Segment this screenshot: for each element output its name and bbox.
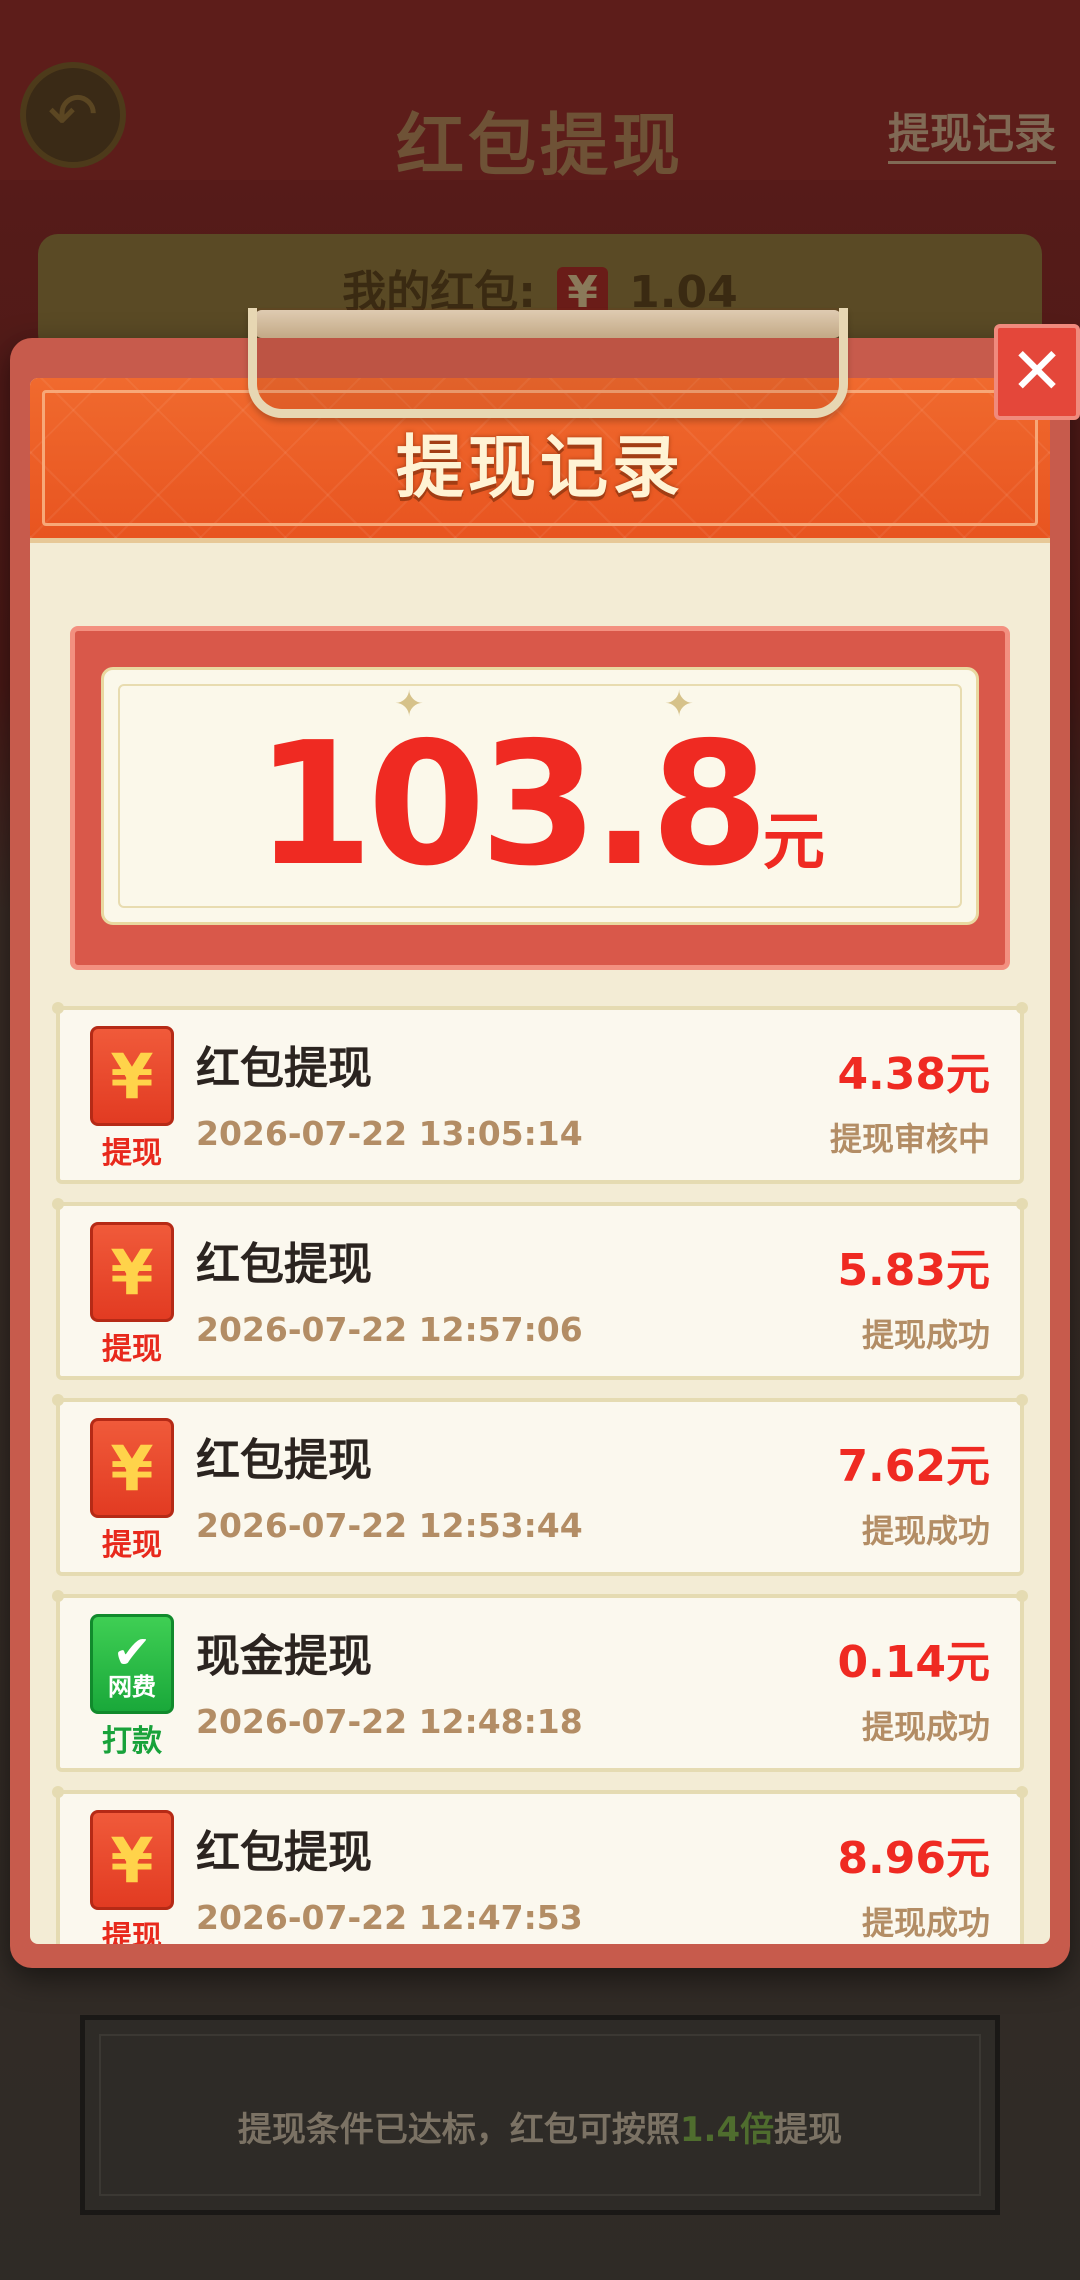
modal-title: 提现记录: [395, 429, 684, 508]
record-amount: 0.14元: [837, 1637, 990, 1688]
withdraw-notice-box: 提现条件已达标，红包可按照1.4倍提现: [80, 2015, 1000, 2215]
record-time: 2026-07-22 12:47:53: [196, 1898, 583, 1937]
withdraw-notice: 提现条件已达标，红包可按照1.4倍提现: [237, 2110, 843, 2150]
record-time: 2026-07-22 12:48:18: [196, 1702, 583, 1741]
record-badge: ¥ 提现: [90, 1810, 174, 1944]
list-item: ✔ 网费 打款 现金提现 2026-07-22 12:48:18 0.14元 提…: [52, 1590, 1028, 1772]
record-badge: ¥ 提现: [90, 1418, 174, 1563]
record-amount: 5.83元: [837, 1245, 990, 1296]
record-title: 红包提现: [196, 1043, 372, 1094]
total-amount: 103.8元: [104, 720, 976, 890]
record-amount: 7.62元: [837, 1441, 990, 1492]
record-status: 提现成功: [861, 1708, 990, 1746]
list-item: ¥ 提现 红包提现 2026-07-22 12:53:44 7.62元 提现成功: [52, 1394, 1028, 1576]
record-amount: 8.96元: [837, 1833, 990, 1884]
badge-label: 打款: [102, 1724, 162, 1759]
record-status: 提现审核中: [829, 1120, 990, 1158]
yen-icon: ¥: [110, 1431, 154, 1505]
badge-label: 提现: [102, 1920, 162, 1944]
record-amount: 4.38元: [837, 1049, 990, 1100]
record-title: 红包提现: [196, 1827, 372, 1878]
yen-icon: ¥: [110, 1823, 154, 1897]
badge-label: 提现: [102, 1528, 162, 1563]
withdraw-record-link[interactable]: 提现记录: [887, 100, 1056, 164]
record-badge: ¥ 提现: [90, 1222, 174, 1367]
total-amount-value: 103.8: [255, 706, 769, 904]
list-item: ¥ 提现 红包提现 2026-07-22 12:47:53 8.96元 提现成功: [52, 1786, 1028, 1944]
close-button[interactable]: ✕: [994, 324, 1080, 420]
total-amount-unit: 元: [762, 805, 825, 878]
record-time: 2026-07-22 12:53:44: [196, 1506, 583, 1545]
record-badge: ¥ 提现: [90, 1026, 174, 1171]
close-icon: ✕: [1010, 335, 1064, 409]
yen-icon: ¥: [110, 1235, 154, 1309]
record-badge: ✔ 网费 打款: [90, 1614, 174, 1759]
record-time: 2026-07-22 12:57:06: [196, 1310, 583, 1349]
modal-body: 提现记录 ✦ ✦ 103.8元 ¥ 提现 红包提现 2026-07-22 13:…: [30, 378, 1050, 1944]
withdraw-record-modal: 提现记录 ✦ ✦ 103.8元 ¥ 提现 红包提现 2026-07-22 13:…: [10, 308, 1080, 1968]
record-title: 红包提现: [196, 1239, 372, 1290]
record-status: 提现成功: [861, 1316, 990, 1354]
total-amount-card: ✦ ✦ 103.8元: [101, 667, 979, 925]
list-item: ¥ 提现 红包提现 2026-07-22 13:05:14 4.38元 提现审核…: [52, 1002, 1028, 1184]
total-amount-panel: ✦ ✦ 103.8元: [70, 626, 1010, 970]
record-title: 现金提现: [196, 1631, 372, 1682]
badge-sublabel: 网费: [108, 1673, 156, 1701]
clipboard-clip-ring: [248, 308, 848, 418]
record-status: 提现成功: [861, 1512, 990, 1550]
check-icon: ✔: [112, 1625, 152, 1679]
multiplier-highlight: 1.4倍: [679, 2110, 775, 2150]
record-status: 提现成功: [861, 1904, 990, 1942]
record-list[interactable]: ¥ 提现 红包提现 2026-07-22 13:05:14 4.38元 提现审核…: [52, 1002, 1028, 1944]
badge-label: 提现: [102, 1332, 162, 1367]
record-time: 2026-07-22 13:05:14: [196, 1114, 583, 1153]
record-title: 红包提现: [196, 1435, 372, 1486]
yen-icon: ¥: [110, 1039, 154, 1113]
list-item: ¥ 提现 红包提现 2026-07-22 12:57:06 5.83元 提现成功: [52, 1198, 1028, 1380]
badge-label: 提现: [102, 1136, 162, 1171]
